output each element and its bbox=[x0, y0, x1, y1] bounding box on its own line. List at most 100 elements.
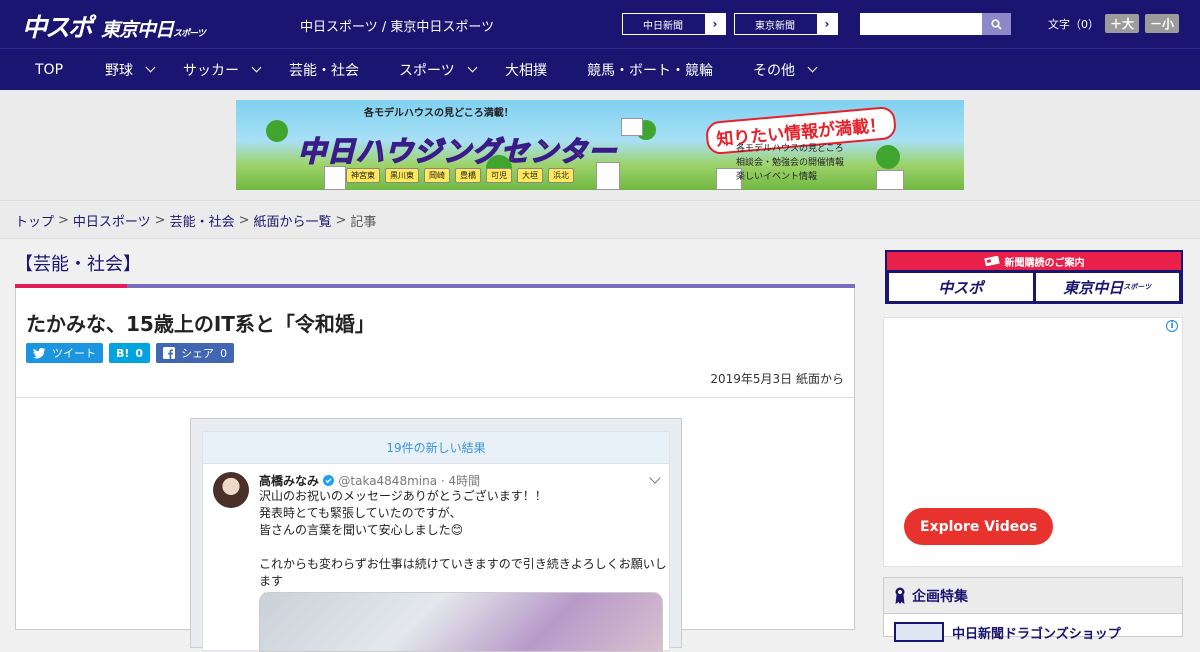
nav-item-top[interactable]: TOP bbox=[35, 49, 63, 90]
facebook-label: シェア bbox=[181, 347, 215, 360]
banner-city: 豊橋 bbox=[455, 168, 481, 183]
chunichi-link-label: 中日新聞 bbox=[643, 20, 683, 32]
breadcrumb-separator: > bbox=[58, 212, 69, 228]
banner-title: 中日ハウジングセンター bbox=[297, 134, 618, 169]
site-title: 中日スポーツ / 東京中日スポーツ bbox=[300, 20, 495, 35]
explore-videos-button[interactable]: Explore Videos bbox=[904, 508, 1054, 545]
subscribe-tokyo-label: 東京中日 bbox=[1063, 278, 1124, 297]
nav-label: 芸能・社会 bbox=[289, 62, 359, 79]
house-decoration bbox=[621, 118, 643, 136]
featured-title: 企画特集 bbox=[912, 588, 968, 605]
article-date: 2019年5月3日 紙面から bbox=[710, 372, 844, 386]
banner-list: 各モデルハウスの見どころ 相談会・勉強会の開催情報 楽しいイベント情報 bbox=[736, 142, 844, 184]
nav-item-sports[interactable]: スポーツ bbox=[399, 49, 478, 90]
hatena-icon: B! bbox=[116, 346, 130, 360]
nav-item-other[interactable]: その他 bbox=[753, 49, 818, 90]
banner-city: 岡崎 bbox=[424, 168, 450, 183]
chevron-down-icon bbox=[807, 62, 818, 73]
tweet-name: 高橋みなみ bbox=[259, 474, 320, 488]
featured-section: 企画特集 中日新聞ドラゴンズショップ bbox=[883, 577, 1183, 642]
subscribe-buttons: 中スポ 東京中日 スポーツ bbox=[887, 270, 1181, 304]
tweet-screenshot: 19件の新しい結果 高橋みなみ @taka4848mina · 4時間 沢山のお… bbox=[202, 431, 670, 652]
chevron-down-icon bbox=[649, 472, 661, 484]
breadcrumb-separator: > bbox=[335, 212, 347, 228]
article-header: たかみな、15歳上のIT系と「令和婚」 ツイート B! 0 シェア 0 2019… bbox=[16, 288, 854, 398]
ad-info-icon[interactable]: i bbox=[1166, 320, 1178, 332]
tweet-line: これからも変わらずお仕事は続けていきますので引き続きよろしくお願いします bbox=[259, 557, 667, 588]
tweet-author: 高橋みなみ @taka4848mina · 4時間 bbox=[259, 472, 480, 489]
subscribe-chuspo-button[interactable]: 中スポ bbox=[889, 273, 1033, 301]
chevron-down-icon bbox=[145, 62, 156, 73]
subscribe-heading: 新聞購読のご案内 bbox=[887, 252, 1181, 270]
facebook-share-button[interactable]: シェア 0 bbox=[156, 343, 235, 363]
chevron-right-icon: › bbox=[817, 14, 837, 34]
nav-item-soccer[interactable]: サッカー bbox=[183, 49, 262, 90]
main-content: 【芸能・社会】 たかみな、15歳上のIT系と「令和婚」 ツイート B! 0 シェ… bbox=[0, 240, 1200, 652]
featured-item-label: 中日新聞ドラゴンズショップ bbox=[952, 626, 1121, 642]
breadcrumb-chunichi-sports[interactable]: 中日スポーツ bbox=[73, 211, 151, 230]
hatena-count: 0 bbox=[135, 346, 144, 360]
tweet-handle: @taka4848mina · 4時間 bbox=[338, 474, 481, 488]
ribbon-icon bbox=[895, 587, 905, 604]
search-button[interactable] bbox=[982, 13, 1011, 35]
tweet-image bbox=[259, 592, 663, 652]
chevron-right-icon: › bbox=[705, 14, 725, 34]
facebook-icon bbox=[163, 347, 176, 359]
hatena-bookmark-button[interactable]: B! 0 bbox=[109, 343, 151, 363]
featured-header: 企画特集 bbox=[884, 578, 1182, 614]
tweet-text: 沢山のお祝いのメッセージありがとうございます！！ 発表時とても緊張していたのです… bbox=[259, 488, 669, 607]
search-input[interactable] bbox=[860, 13, 982, 35]
font-smaller-button[interactable]: －小 bbox=[1145, 14, 1180, 33]
chevron-down-icon bbox=[467, 62, 478, 73]
banner-city: 浜北 bbox=[548, 168, 574, 183]
tokyo-link-label: 東京新聞 bbox=[755, 20, 795, 32]
tweet-button[interactable]: ツイート bbox=[26, 343, 103, 363]
subscribe-tokyo-small: スポーツ bbox=[1123, 283, 1152, 291]
tweet-line bbox=[259, 539, 669, 556]
category-heading: 【芸能・社会】 bbox=[15, 254, 141, 275]
font-size-label: 文字（0） bbox=[1048, 17, 1099, 31]
nav-item-baseball[interactable]: 野球 bbox=[105, 49, 156, 90]
breadcrumb-entertainment[interactable]: 芸能・社会 bbox=[170, 211, 235, 230]
article-photo: 19件の新しい結果 高橋みなみ @taka4848mina · 4時間 沢山のお… bbox=[190, 418, 682, 652]
nav-label: その他 bbox=[753, 62, 795, 79]
video-ad: i Explore Videos bbox=[883, 317, 1183, 567]
breadcrumb-top[interactable]: トップ bbox=[15, 211, 54, 230]
nav-label: スポーツ bbox=[399, 62, 455, 79]
logo-sub-text: 東京中日 bbox=[101, 19, 174, 41]
share-buttons: ツイート B! 0 シェア 0 bbox=[26, 343, 235, 363]
breadcrumb-separator: > bbox=[238, 212, 250, 228]
banner-list-item: 各モデルハウスの見どころ bbox=[736, 144, 844, 154]
verified-badge-icon bbox=[323, 475, 335, 486]
tokyo-shimbun-link[interactable]: 東京新聞 › bbox=[734, 13, 838, 35]
tree-decoration bbox=[266, 120, 288, 142]
breadcrumb-paper-list[interactable]: 紙面から一覧 bbox=[254, 211, 332, 230]
logo-chuspo: 中スポ bbox=[22, 13, 93, 42]
font-bigger-button[interactable]: ＋大 bbox=[1105, 14, 1140, 33]
tweet-label: ツイート bbox=[52, 347, 96, 360]
banner-city: 神宮東 bbox=[346, 168, 380, 183]
subscribe-title: 新聞購読のご案内 bbox=[1004, 257, 1085, 269]
logo-sub-small: スポーツ bbox=[173, 29, 206, 39]
subscribe-tokyo-chunichi-button[interactable]: 東京中日 スポーツ bbox=[1035, 273, 1179, 301]
banner-city: 黒川東 bbox=[385, 168, 419, 183]
featured-item-dragons-shop[interactable]: 中日新聞ドラゴンズショップ bbox=[894, 622, 1121, 642]
site-logo[interactable]: 中スポ 東京中日スポーツ bbox=[22, 8, 206, 44]
breadcrumb-current: 記事 bbox=[350, 214, 377, 230]
subscription-box[interactable]: 新聞購読のご案内 中スポ 東京中日 スポーツ bbox=[885, 250, 1183, 304]
breadcrumb: トップ > 中日スポーツ > 芸能・社会 > 紙面から一覧 > 記事 bbox=[0, 202, 1200, 239]
banner-city: 大垣 bbox=[517, 168, 543, 183]
banner-list-item: 相談会・勉強会の開催情報 bbox=[736, 158, 845, 168]
breadcrumb-separator: > bbox=[154, 212, 166, 228]
nav-item-entertainment[interactable]: 芸能・社会 bbox=[289, 49, 359, 90]
banner-city: 可児 bbox=[486, 168, 512, 183]
banner-cities: 神宮東 黒川東 岡崎 豊橋 可児 大垣 浜北 bbox=[346, 168, 574, 183]
nav-item-sumo[interactable]: 大相撲 bbox=[505, 49, 547, 90]
housing-center-banner-ad[interactable]: 各モデルハウスの見どころ満載！ 中日ハウジングセンター 知りたい情報が満載！ 各… bbox=[236, 100, 964, 190]
nav-label: サッカー bbox=[183, 62, 239, 79]
nav-label: 野球 bbox=[105, 62, 133, 79]
chunichi-shimbun-link[interactable]: 中日新聞 › bbox=[622, 13, 726, 35]
new-results-bar: 19件の新しい結果 bbox=[203, 432, 669, 464]
tweet-line: 発表時とても緊張していたのですが、 bbox=[259, 506, 462, 520]
nav-item-racing[interactable]: 競馬・ボート・競輪 bbox=[587, 49, 713, 90]
